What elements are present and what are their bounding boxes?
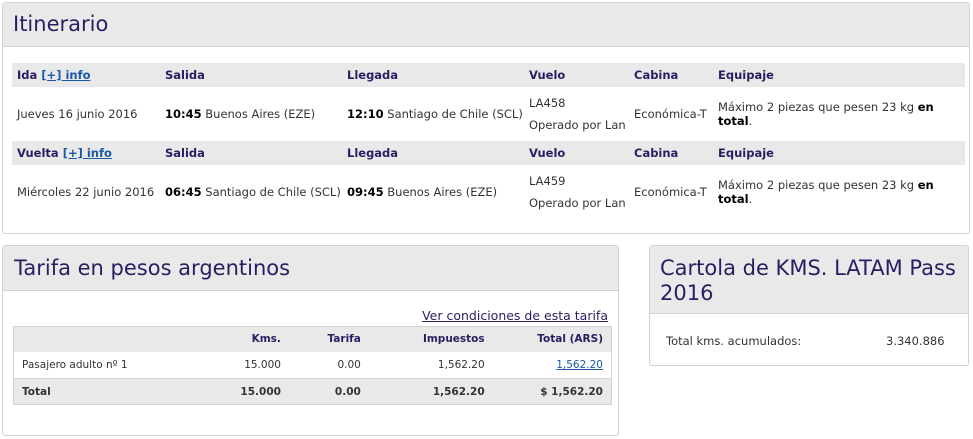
segment-row-vuelta: Miércoles 22 junio 2016 06:45 Santiago d… [12,165,965,219]
passenger-impuestos: 1,562.20 [437,358,485,371]
passenger-total-link[interactable]: 1,562.20 [556,359,603,371]
header-vuelo: Vuelo [524,141,629,165]
segment-header-ida: Ida [+] info Salida Llegada Vuelo Cabina… [12,63,965,87]
cabin-class: Económica-T [634,185,707,199]
passenger-tarifa: 0.00 [337,358,361,371]
cartola-title: Cartola de KMS. LATAM Pass 2016 [650,246,968,314]
departure-place: Buenos Aires (EZE) [205,107,316,121]
kms-summary: Total kms. acumulados: 3.340.886 [666,334,956,348]
passenger-label: Pasajero adulto nº 1 [22,358,128,371]
fare-panel: Tarifa en pesos argentinos Ver condicion… [2,245,619,436]
total-amount: $ 1,562.20 [492,378,612,405]
baggage-end: . [748,114,753,128]
header-llegada: Llegada [342,141,524,165]
arrival-place: Santiago de Chile (SCL) [387,107,523,121]
col-passenger [13,326,204,352]
col-total: Total (ARS) [492,326,612,352]
itinerary-table: Ida [+] info Salida Llegada Vuelo Cabina… [12,63,965,219]
fare-table: Kms. Tarifa Impuestos Total (ARS) Pasaje… [13,326,612,405]
flight-date: Jueves 16 junio 2016 [17,107,138,121]
arrival-time: 09:45 [347,185,384,199]
baggage-text: Máximo 2 piezas que pesen 23 kg [718,100,915,114]
info-link-vuelta[interactable]: [+] info [63,146,112,160]
header-equipaje: Equipaje [713,63,965,87]
arrival-place: Buenos Aires (EZE) [387,185,498,199]
header-salida: Salida [160,63,342,87]
itinerary-title: Itinerario [3,3,969,47]
header-vuelo: Vuelo [524,63,629,87]
flight-date: Miércoles 22 junio 2016 [17,185,155,199]
flight-number: LA458 [529,96,566,110]
fare-title: Tarifa en pesos argentinos [3,246,618,291]
cartola-panel: Cartola de KMS. LATAM Pass 2016 Total km… [649,245,969,366]
baggage-text: Máximo 2 piezas que pesen 23 kg [718,178,915,192]
departure-time: 10:45 [165,107,202,121]
direction-label: Ida [17,68,38,82]
itinerary-panel: Itinerario Ida [+] info Salida Llegada V… [2,2,970,234]
total-tarifa: 0.00 [288,378,369,405]
total-label: Total [13,378,204,405]
passenger-kms: 15.000 [244,358,281,371]
header-llegada: Llegada [342,63,524,87]
fare-conditions-link[interactable]: Ver condiciones de esta tarifa [422,308,608,323]
col-impuestos: Impuestos [368,326,493,352]
kms-value: 3.340.886 [886,334,945,348]
header-cabina: Cabina [629,63,713,87]
header-equipaje: Equipaje [713,141,965,165]
col-tarifa: Tarifa [288,326,369,352]
operated-by: Operado por Lan [529,196,626,210]
fare-passenger-row: Pasajero adulto nº 1 15.000 0.00 1,562.2… [14,352,612,379]
departure-place: Santiago de Chile (SCL) [205,185,341,199]
departure-time: 06:45 [165,185,202,199]
fare-header-row: Kms. Tarifa Impuestos Total (ARS) [13,326,612,352]
flight-number: LA459 [529,174,566,188]
segment-row-ida: Jueves 16 junio 2016 10:45 Buenos Aires … [12,87,965,141]
col-kms: Kms. [203,326,289,352]
info-link-ida[interactable]: [+] info [41,68,90,82]
direction-label: Vuelta [17,146,59,160]
segment-header-vuelta: Vuelta [+] info Salida Llegada Vuelo Cab… [12,141,965,165]
kms-label: Total kms. acumulados: [666,334,802,348]
header-cabina: Cabina [629,141,713,165]
arrival-time: 12:10 [347,107,384,121]
baggage-end: . [748,192,753,206]
fare-total-row: Total 15.000 0.00 1,562.20 $ 1,562.20 [13,378,612,405]
total-impuestos: 1,562.20 [368,378,493,405]
operated-by: Operado por Lan [529,118,626,132]
cabin-class: Económica-T [634,107,707,121]
header-salida: Salida [160,141,342,165]
total-kms: 15.000 [203,378,289,405]
